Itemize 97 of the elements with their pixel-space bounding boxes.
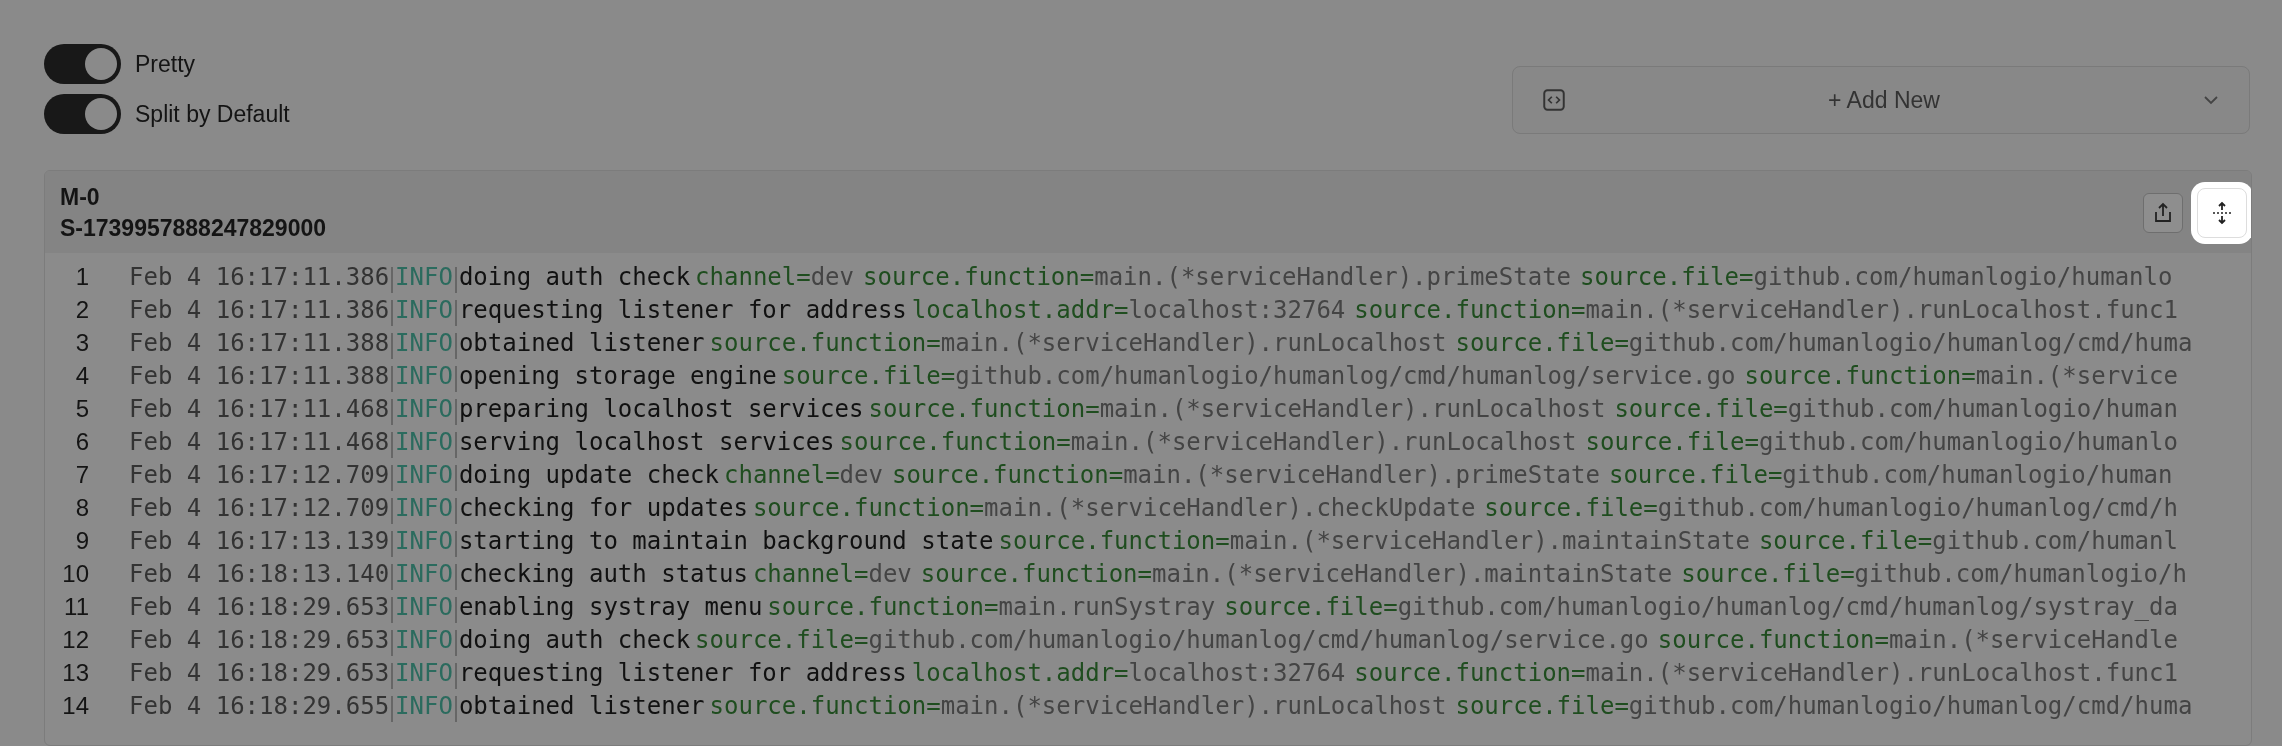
toggle-switch[interactable]	[44, 44, 121, 84]
log-level: INFO	[395, 692, 453, 720]
line-number: 10	[61, 560, 89, 588]
log-field: source.file=github.com/humanlogio/humanlog/cmd/humanlog/service.go	[781, 362, 1736, 390]
log-field: source.file=github.com/humanlogio/human	[1614, 395, 2178, 423]
log-field: source.function=main.(*serviceHandler).runLocalhost	[709, 692, 1447, 720]
log-field: source.function=main.(*serviceHandler).runLocalhost.func1	[1354, 296, 2178, 324]
line-number: 3	[74, 329, 89, 357]
log-timestamp: Feb 4 16:17:12.709	[129, 494, 390, 522]
log-message: obtained listener	[458, 329, 705, 357]
log-field: source.function=main.(*serviceHandler).runLocalhost	[868, 395, 1606, 423]
log-timestamp: Feb 4 16:17:11.388	[129, 329, 390, 357]
log-timestamp: Feb 4 16:17:12.709	[129, 461, 390, 489]
log-timestamp: Feb 4 16:18:29.653	[129, 659, 390, 687]
line-number: 12	[61, 626, 89, 654]
log-level: INFO	[395, 428, 453, 456]
log-field: source.function=main.(*serviceHandler).maintainState	[998, 527, 1750, 555]
line-number: 4	[74, 362, 89, 390]
log-level: INFO	[395, 461, 453, 489]
line-number: 6	[74, 428, 89, 456]
panel-title: M-0	[60, 184, 101, 211]
log-field: source.function=main.runSystray	[767, 593, 1216, 621]
log-message: opening storage engine	[458, 362, 777, 390]
line-number: 5	[74, 395, 89, 423]
log-message: obtained listener	[458, 692, 705, 720]
log-field: source.function=main.(*serviceHandle	[1657, 626, 2178, 654]
log-field: source.file=github.com/humanlogio/human	[1608, 461, 2173, 489]
code-icon	[1541, 87, 1567, 113]
expand-vertical-icon	[2210, 201, 2234, 225]
log-field: source.file=github.com/humanl	[1758, 527, 2178, 555]
log-field: localhost.addr=localhost:32764	[911, 296, 1346, 324]
line-number: 11	[63, 593, 89, 621]
log-level: INFO	[395, 296, 453, 324]
log-message: doing auth check	[458, 626, 691, 654]
log-field: source.function=main.(*serviceHandler).runLocalhost	[709, 329, 1447, 357]
toggle-label: Pretty	[135, 50, 196, 78]
log-field: source.file=github.com/humanlogio/humanlog/cmd/h	[1484, 494, 2178, 522]
log-field: source.function=main.(*serviceHandler).primeState	[863, 263, 1572, 291]
log-field: source.function=main.(*serviceHandler).runLocalhost.func1	[1354, 659, 2178, 687]
line-number: 1	[74, 263, 89, 291]
log-field: channel=dev	[695, 263, 855, 291]
log-level: INFO	[395, 593, 453, 621]
log-level: INFO	[395, 395, 453, 423]
log-timestamp: Feb 4 16:17:11.388	[129, 362, 390, 390]
log-field: source.file=github.com/humanlogio/humanlog/cmd/humanlog/service.go	[695, 626, 1649, 654]
log-field: source.file=github.com/humanlogio/humanlog/cmd/huma	[1455, 329, 2193, 357]
log-field: source.function=main.(*serviceHandler).primeState	[891, 461, 1600, 489]
log-field: localhost.addr=localhost:32764	[911, 659, 1346, 687]
add-new-dropdown[interactable]: + Add New	[1512, 66, 2250, 134]
log-message: requesting listener for address	[458, 659, 907, 687]
share-button[interactable]	[2143, 193, 2183, 233]
log-field: channel=dev	[724, 461, 883, 489]
log-level: INFO	[395, 263, 453, 291]
log-timestamp: Feb 4 16:18:13.140	[129, 560, 390, 588]
log-field: source.file=github.com/humanlogio/humanlo	[1585, 428, 2178, 456]
log-level: INFO	[395, 494, 453, 522]
log-level: INFO	[395, 560, 453, 588]
log-timestamp: Feb 4 16:17:11.386	[129, 263, 390, 291]
log-field: source.file=github.com/humanlogio/humanlog/cmd/humanlog/systray_da	[1224, 593, 2178, 621]
line-number: 8	[74, 494, 89, 522]
log-field: source.file=github.com/humanlogio/humanlo	[1580, 263, 2173, 291]
toggle-label: Split by Default	[135, 100, 290, 128]
log-message: serving localhost services	[458, 428, 835, 456]
line-number: 14	[61, 692, 89, 720]
log-level: INFO	[395, 659, 453, 687]
log-field: source.function=main.(*serviceHandler).checkUpdate	[752, 494, 1476, 522]
log-message: doing auth check	[458, 263, 691, 291]
log-message: enabling systray menu	[458, 593, 763, 621]
line-number: 9	[74, 527, 89, 555]
log-timestamp: Feb 4 16:18:29.655	[129, 692, 390, 720]
log-field: channel=dev	[752, 560, 912, 588]
log-timestamp: Feb 4 16:17:11.468	[129, 395, 390, 423]
log-level: INFO	[395, 527, 453, 555]
line-number: 7	[74, 461, 89, 489]
log-message: checking for updates	[458, 494, 748, 522]
log-field: source.function=main.(*service	[1744, 362, 2178, 390]
log-message: preparing localhost services	[458, 395, 864, 423]
log-message: requesting listener for address	[458, 296, 907, 324]
panel-subtitle: S-1739957888247829000	[60, 215, 327, 242]
log-timestamp: Feb 4 16:17:11.386	[129, 296, 390, 324]
toggle-switch[interactable]	[44, 94, 121, 134]
log-level: INFO	[395, 626, 453, 654]
log-message: checking auth status	[458, 560, 748, 588]
log-timestamp: Feb 4 16:18:29.653	[129, 593, 390, 621]
line-number: 13	[61, 659, 89, 687]
log-message: doing update check	[458, 461, 719, 489]
log-timestamp: Feb 4 16:17:11.468	[129, 428, 390, 456]
log-timestamp: Feb 4 16:18:29.653	[129, 626, 390, 654]
log-timestamp: Feb 4 16:17:13.139	[129, 527, 390, 555]
log-field: source.function=main.(*serviceHandler).maintainState	[920, 560, 1673, 588]
line-number: 2	[74, 296, 89, 324]
log-field: source.file=github.com/humanlogio/humanlog/cmd/huma	[1455, 692, 2193, 720]
log-level: INFO	[395, 362, 453, 390]
log-level: INFO	[395, 329, 453, 357]
log-field: source.function=main.(*serviceHandler).runLocalhost	[839, 428, 1577, 456]
log-message: starting to maintain background state	[458, 527, 994, 555]
log-field: source.file=github.com/humanlogio/h	[1681, 560, 2187, 588]
